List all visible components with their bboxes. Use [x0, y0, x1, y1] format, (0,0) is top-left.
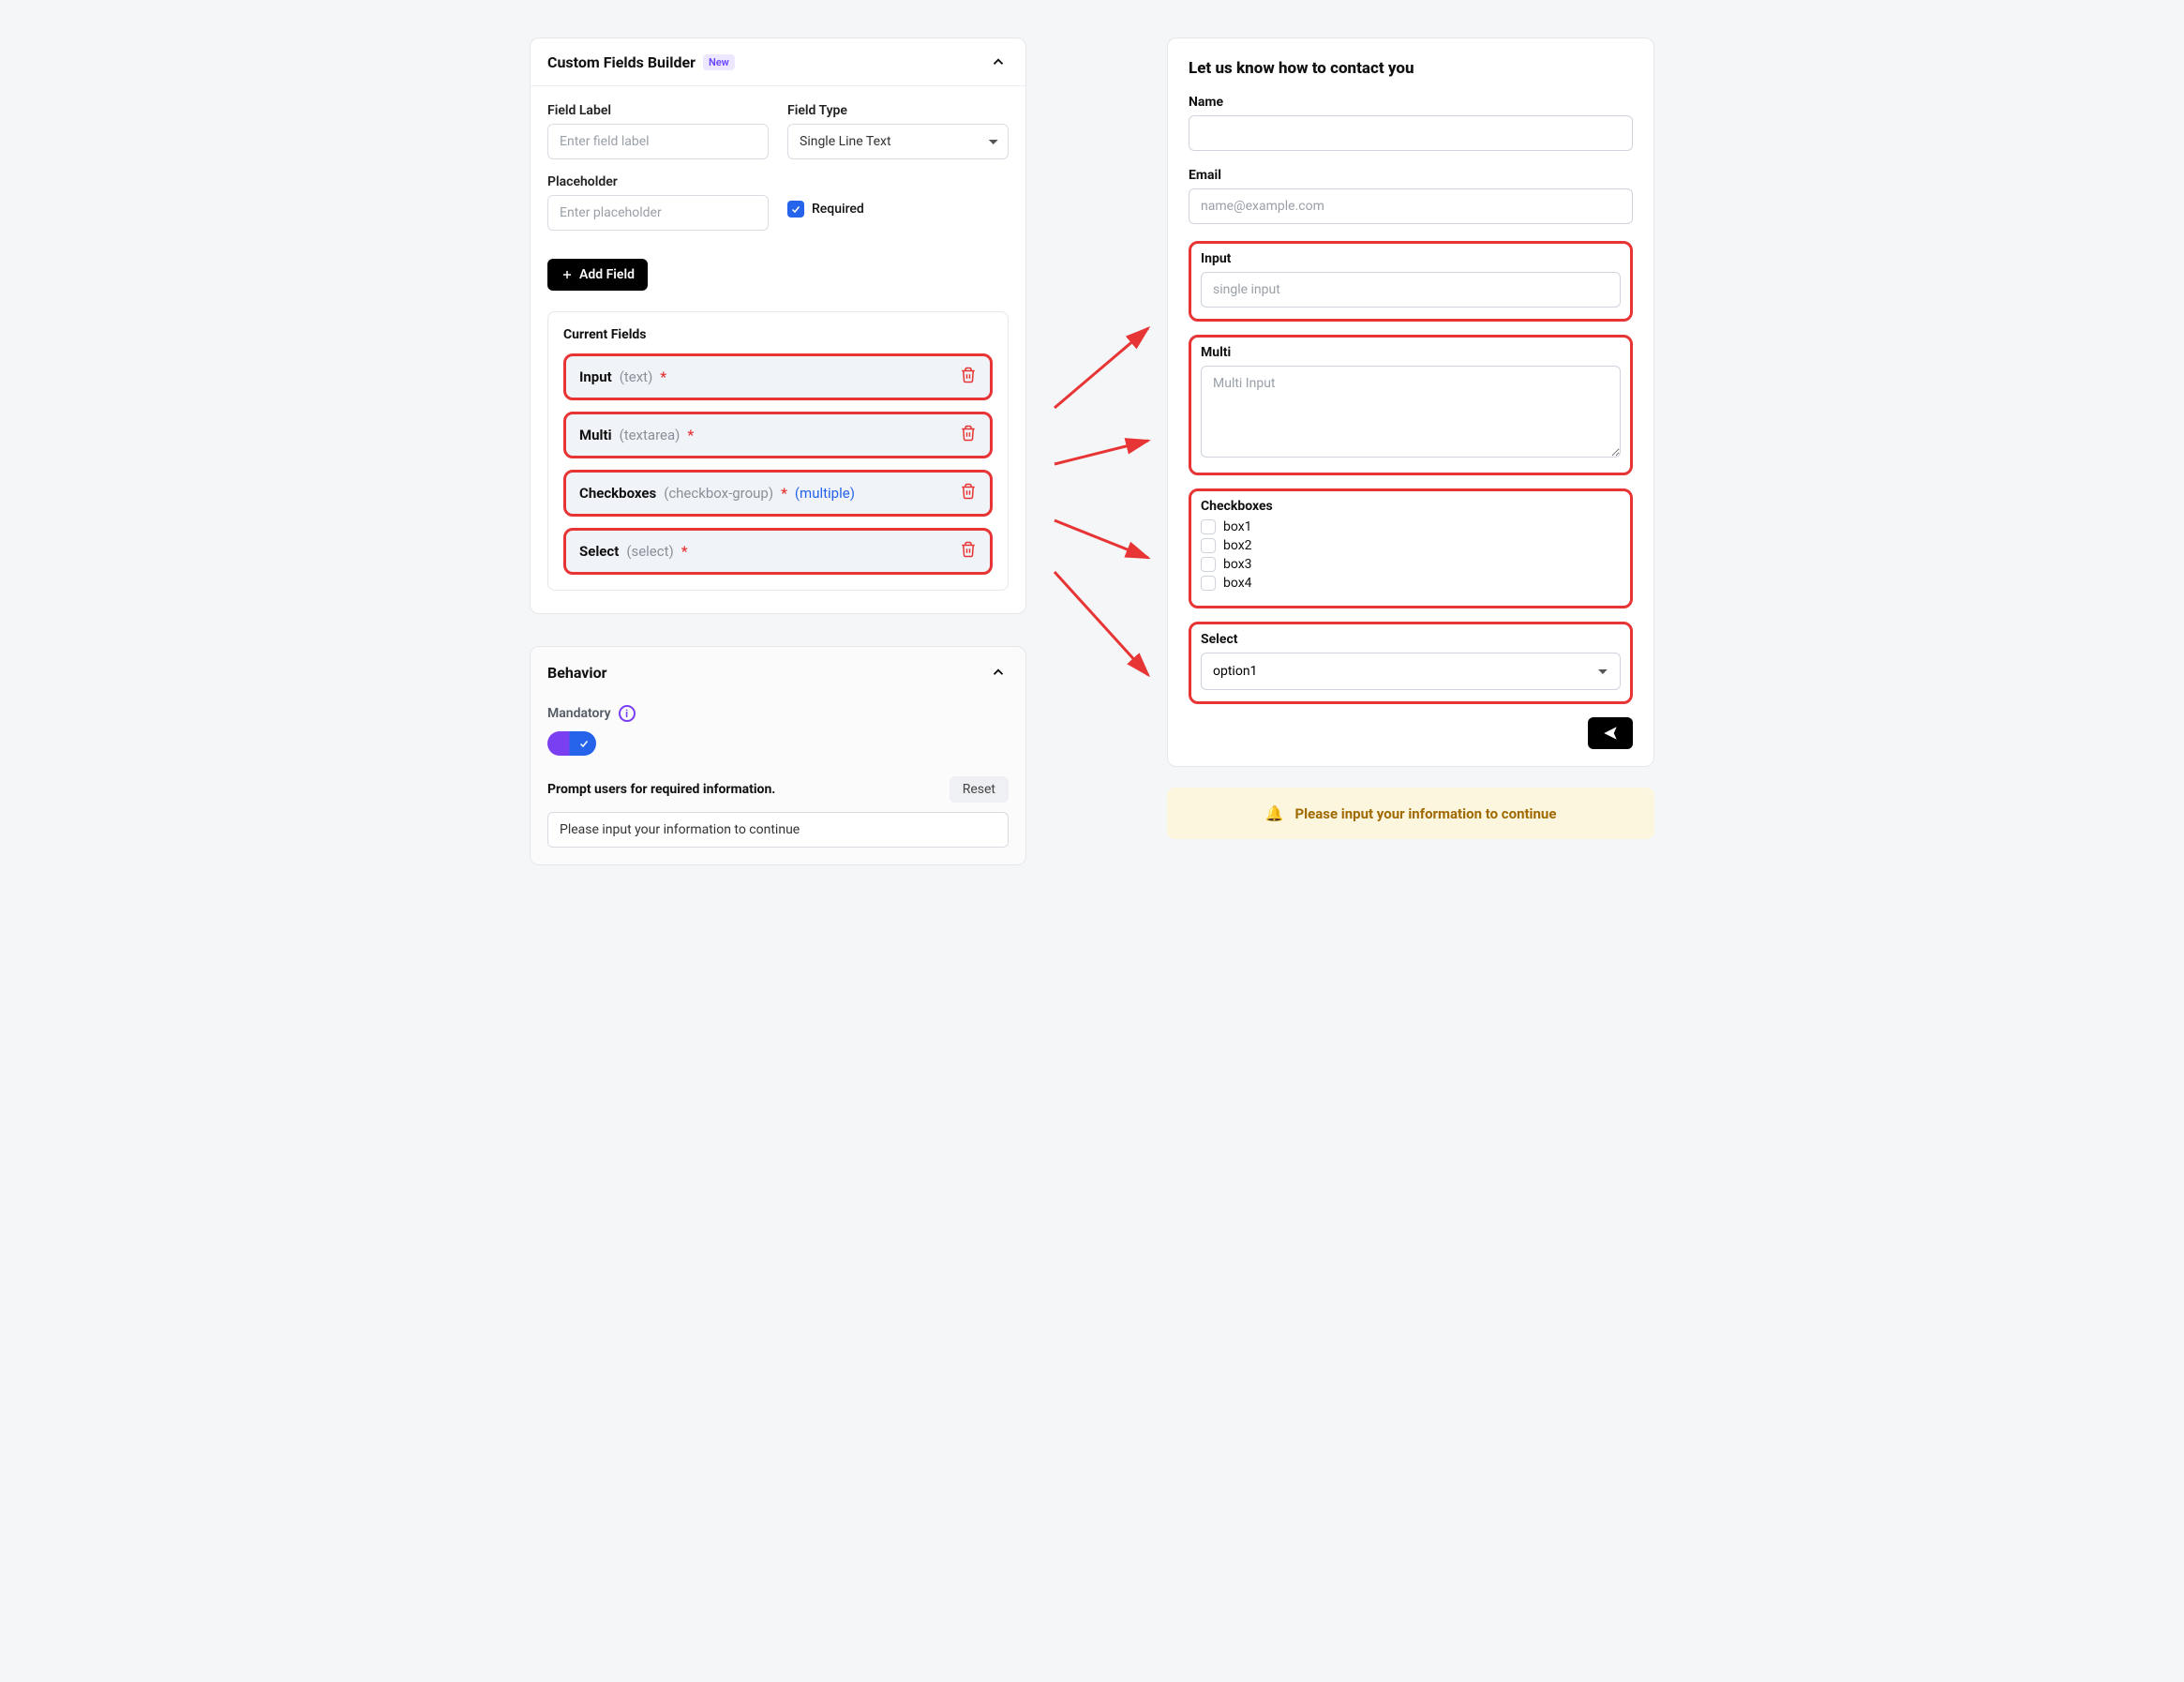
- field-type: (text): [620, 368, 653, 385]
- required-star: *: [681, 543, 688, 560]
- highlight-select: Select option1: [1189, 622, 1633, 704]
- bell-icon: 🔔: [1265, 804, 1284, 822]
- preview-title: Let us know how to contact you: [1189, 59, 1633, 78]
- checkbox-text: box3: [1223, 557, 1252, 572]
- required-star: *: [660, 368, 666, 385]
- trash-icon[interactable]: [960, 367, 977, 387]
- checkbox-text: box4: [1223, 576, 1252, 591]
- chevron-up-icon[interactable]: [988, 52, 1009, 72]
- multiple-tag: (multiple): [795, 485, 855, 502]
- trash-icon[interactable]: [960, 425, 977, 445]
- checkbox-icon: [1201, 538, 1216, 553]
- field-type: (select): [626, 543, 673, 560]
- placeholder-label: Placeholder: [547, 174, 769, 189]
- preview-form-panel: Let us know how to contact you Name Emai…: [1167, 38, 1654, 767]
- checkbox-icon: [1201, 519, 1216, 534]
- highlight-input: Input: [1189, 241, 1633, 322]
- mandatory-label: Mandatory: [547, 706, 611, 721]
- select-input[interactable]: option1: [1201, 653, 1621, 690]
- field-row[interactable]: Input (text) *: [563, 353, 993, 400]
- info-banner: 🔔 Please input your information to conti…: [1167, 788, 1654, 839]
- submit-button[interactable]: [1588, 717, 1633, 749]
- plus-icon: [561, 268, 574, 281]
- reset-button[interactable]: Reset: [950, 776, 1009, 803]
- builder-title: Custom Fields Builder New: [547, 53, 735, 71]
- checkbox-option[interactable]: box4: [1201, 576, 1621, 591]
- trash-icon[interactable]: [960, 541, 977, 562]
- add-field-button[interactable]: Add Field: [547, 259, 648, 291]
- single-input[interactable]: [1201, 272, 1621, 308]
- behavior-panel: Behavior Mandatory i Prompt users for re…: [530, 646, 1026, 865]
- field-label-input[interactable]: [547, 124, 769, 159]
- add-field-label: Add Field: [579, 267, 635, 282]
- send-icon: [1602, 725, 1619, 742]
- name-input[interactable]: [1189, 115, 1633, 151]
- current-fields-box: Current Fields Input (text) * Multi (tex…: [547, 311, 1009, 591]
- builder-title-text: Custom Fields Builder: [547, 53, 696, 71]
- checkbox-icon: [1201, 557, 1216, 572]
- checkbox-option[interactable]: box2: [1201, 538, 1621, 553]
- chevron-up-icon[interactable]: [988, 662, 1009, 683]
- checkbox-icon: [1201, 576, 1216, 591]
- field-row[interactable]: Select (select) *: [563, 528, 993, 575]
- required-label: Required: [812, 202, 864, 217]
- input-label: Input: [1201, 251, 1621, 266]
- required-checkbox[interactable]: [787, 201, 804, 218]
- field-label-label: Field Label: [547, 103, 769, 118]
- checkbox-text: box2: [1223, 538, 1252, 553]
- field-type-label: Field Type: [787, 103, 1009, 118]
- field-row[interactable]: Checkboxes (checkbox-group) * (multiple): [563, 470, 993, 517]
- multi-textarea[interactable]: [1201, 366, 1621, 458]
- email-input[interactable]: [1189, 188, 1633, 224]
- new-badge: New: [703, 54, 735, 70]
- checkboxes-label: Checkboxes: [1201, 499, 1621, 514]
- field-row[interactable]: Multi (textarea) *: [563, 412, 993, 458]
- multi-label: Multi: [1201, 345, 1621, 360]
- checkbox-text: box1: [1223, 519, 1252, 534]
- required-star: *: [781, 485, 787, 502]
- required-star: *: [687, 427, 694, 443]
- trash-icon[interactable]: [960, 483, 977, 503]
- field-name: Select: [579, 543, 619, 560]
- info-icon[interactable]: i: [619, 705, 636, 722]
- banner-text: Please input your information to continu…: [1294, 805, 1556, 822]
- behavior-title: Behavior: [547, 664, 606, 682]
- field-name: Checkboxes: [579, 485, 656, 502]
- email-label: Email: [1189, 168, 1633, 183]
- field-name: Input: [579, 368, 612, 385]
- field-type: (textarea): [620, 427, 681, 443]
- checkbox-option[interactable]: box1: [1201, 519, 1621, 534]
- custom-fields-builder-panel: Custom Fields Builder New Field Label Fi…: [530, 38, 1026, 614]
- select-label: Select: [1201, 632, 1621, 647]
- prompt-label: Prompt users for required information.: [547, 782, 775, 797]
- field-type: (checkbox-group): [664, 485, 773, 502]
- mandatory-toggle[interactable]: [547, 731, 596, 756]
- current-fields-title: Current Fields: [563, 327, 993, 342]
- field-type-select[interactable]: Single Line Text: [787, 124, 1009, 159]
- highlight-checkboxes: Checkboxes box1 box2 box3 box4: [1189, 488, 1633, 608]
- name-label: Name: [1189, 95, 1633, 110]
- placeholder-input[interactable]: [547, 195, 769, 231]
- field-name: Multi: [579, 427, 612, 443]
- highlight-multi: Multi: [1189, 335, 1633, 475]
- toggle-knob: [574, 733, 594, 754]
- checkbox-option[interactable]: box3: [1201, 557, 1621, 572]
- prompt-input[interactable]: [547, 812, 1009, 848]
